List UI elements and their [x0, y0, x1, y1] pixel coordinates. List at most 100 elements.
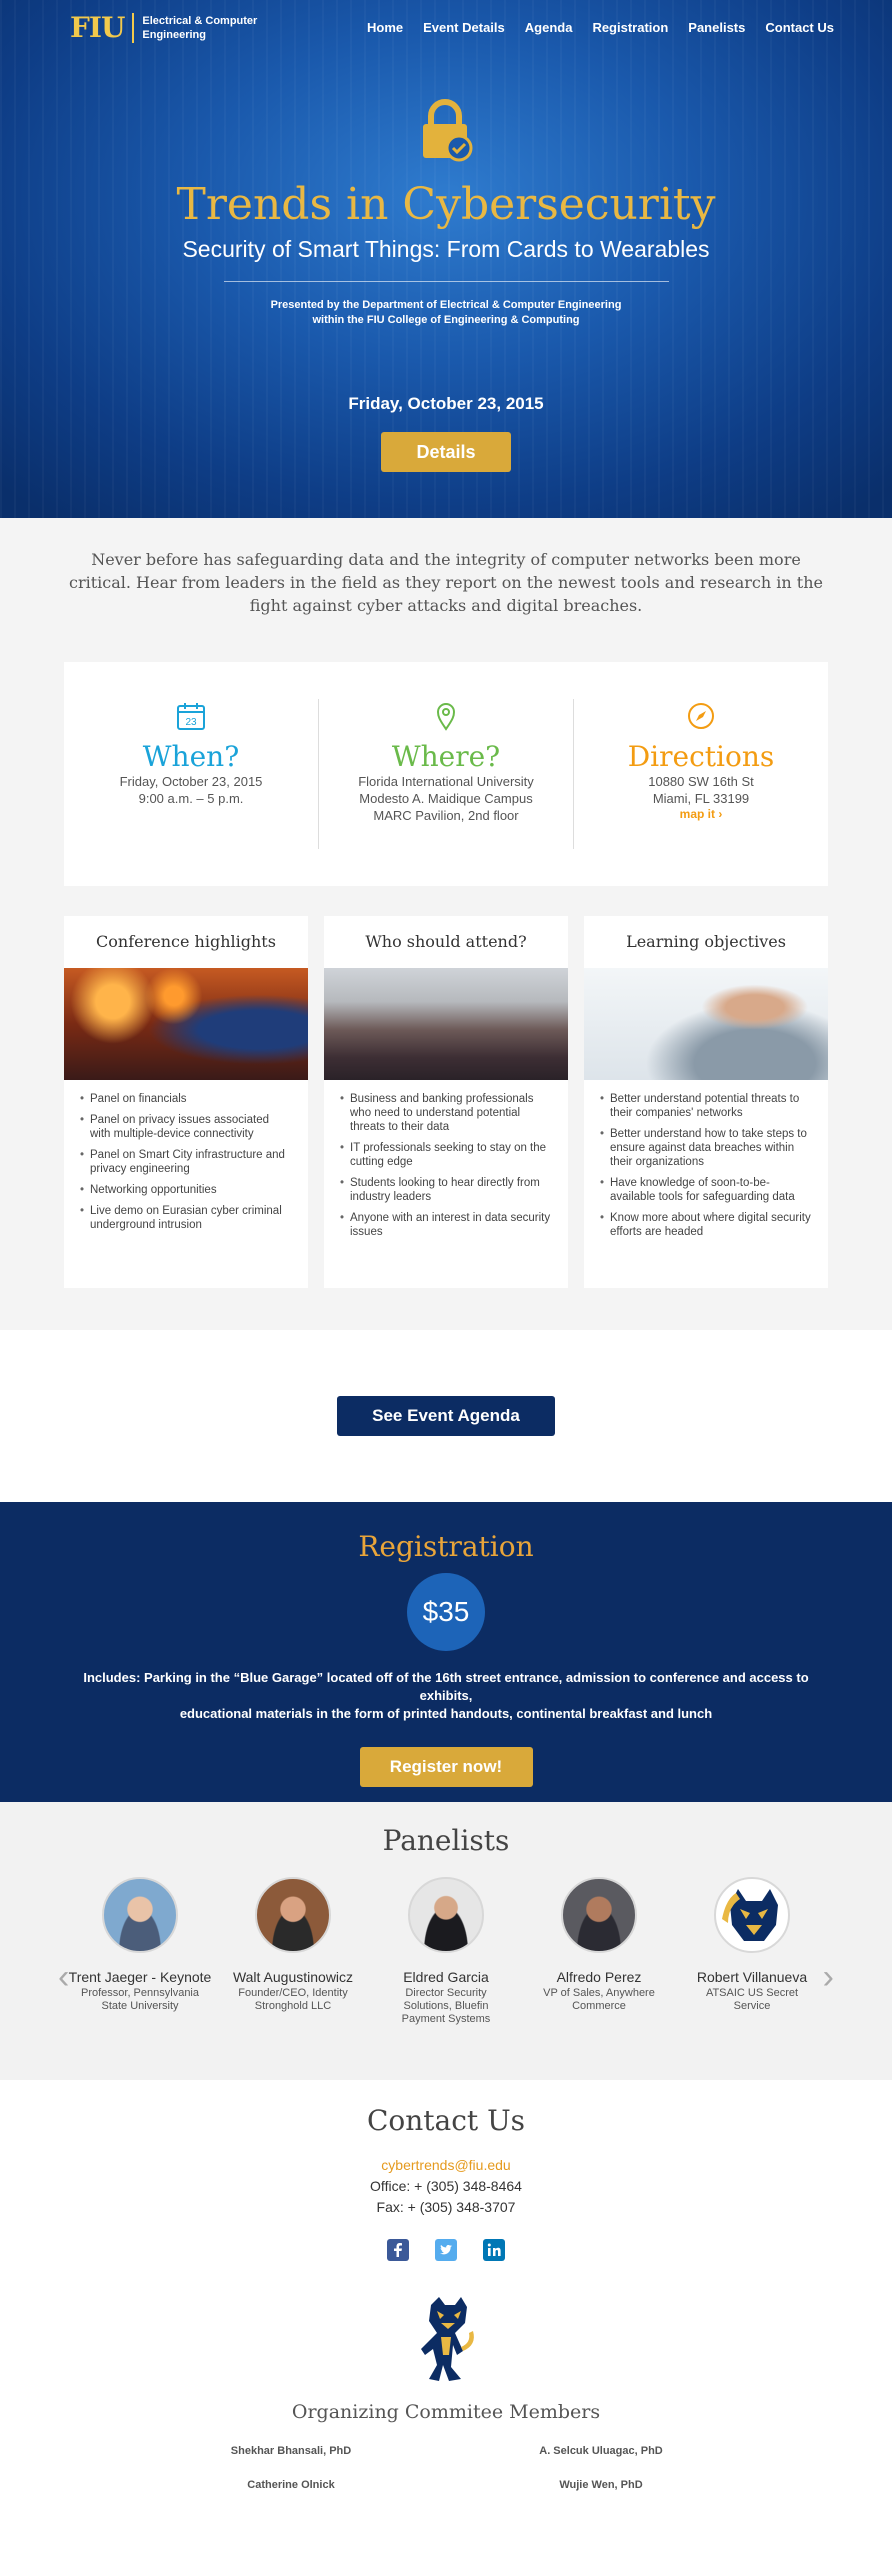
event-details-section: Never before has safeguarding data and t… [0, 518, 892, 1330]
linkedin-icon[interactable] [483, 2239, 505, 2261]
panelist-name: Alfredo Perez [556, 1969, 642, 1985]
feature-cards: Conference highlights Panel on financial… [64, 916, 828, 1288]
info-box: 23 When? Friday, October 23, 2015 9:00 a… [64, 662, 828, 886]
panelist-role: Director Security Solutions, Bluefin Pay… [370, 1987, 523, 2026]
panelists-section: Panelists ‹ › Trent Jaeger - Keynote Pro… [0, 1802, 892, 2080]
chevron-right-icon[interactable]: › [823, 1958, 834, 1997]
list-item: Anyone with an interest in data security… [340, 1211, 552, 1239]
hero-title: Trends in Cybersecurity [176, 179, 716, 230]
when-line-1: Friday, October 23, 2015 [119, 774, 263, 789]
presented-line-2: within the FIU College of Engineering & … [312, 314, 580, 326]
panelist-card[interactable]: Trent Jaeger - Keynote Professor, Pennsy… [64, 1877, 217, 2026]
nav-home[interactable]: Home [367, 20, 403, 35]
role-line: Solutions, Bluefin [403, 2000, 489, 2012]
logo-line-1: Electrical & Computer [142, 14, 258, 27]
registration-section: Registration $35 Includes: Parking in th… [0, 1502, 892, 1802]
panelist-role: VP of Sales, Anywhere Commerce [523, 1987, 676, 2013]
committee-member: A. Selcuk Uluagac, PhD [539, 2445, 663, 2457]
committee-title: Organizing Commitee Members [291, 2401, 601, 2423]
panelist-role: Professor, Pennsylvania State University [64, 1987, 217, 2013]
map-it-link[interactable]: map it › [574, 807, 828, 821]
fax-number: Fax: + (305) 348-3707 [376, 2199, 516, 2215]
nav-contact-us[interactable]: Contact Us [765, 20, 834, 35]
fiu-logo[interactable]: FIU Electrical & Computer Engineering [70, 12, 257, 43]
twitter-icon[interactable] [435, 2239, 457, 2261]
facebook-icon[interactable] [387, 2239, 409, 2261]
card-title: Learning objectives [626, 932, 786, 951]
presented-line-1: Presented by the Department of Electrica… [270, 299, 622, 311]
role-line: Founder/CEO, Identity [238, 1987, 348, 1999]
panelist-name: Robert Villanueva [696, 1969, 808, 1985]
chevron-left-icon[interactable]: ‹ [58, 1958, 69, 1997]
presented-by: Presented by the Department of Electrica… [0, 298, 892, 328]
panelist-name: Trent Jaeger - Keynote [68, 1969, 212, 1985]
card-conference-highlights: Conference highlights Panel on financial… [64, 916, 308, 1288]
committee-members: Shekhar Bhansali, PhD A. Selcuk Uluagac,… [136, 2445, 756, 2491]
social-links [0, 2239, 892, 2261]
nav-panelists[interactable]: Panelists [688, 20, 745, 35]
contact-section: Contact Us cybertrends@fiu.edu Office: +… [0, 2080, 892, 2568]
panelist-card[interactable]: Robert Villanueva ATSAIC US Secret Servi… [676, 1877, 829, 2026]
price-badge: $35 [407, 1573, 485, 1651]
crowd-photo [324, 968, 568, 1080]
avatar [561, 1877, 637, 1953]
logo-line-2: Engineering [142, 28, 206, 41]
list-item: Panel on privacy issues associated with … [80, 1113, 292, 1141]
card-title: Who should attend? [365, 932, 527, 951]
registration-description: Includes: Parking in the “Blue Garage” l… [66, 1669, 826, 1723]
registration-title: Registration [358, 1530, 534, 1563]
top-nav: FIU Electrical & Computer Engineering Ho… [0, 0, 892, 55]
panelist-carousel: Trent Jaeger - Keynote Professor, Pennsy… [0, 1877, 892, 2026]
nav-event-details[interactable]: Event Details [423, 20, 505, 35]
logo-text: Electrical & Computer Engineering [134, 14, 257, 42]
logo-mark: FIU [70, 12, 135, 43]
card-learning-objectives: Learning objectives Better understand po… [584, 916, 828, 1288]
list-item: Live demo on Eurasian cyber criminal und… [80, 1204, 292, 1232]
directions-column: Directions 10880 SW 16th St Miami, FL 33… [573, 699, 828, 849]
card-list: Better understand potential threats to t… [584, 1080, 828, 1239]
hero-subtitle: Security of Smart Things: From Cards to … [182, 236, 710, 262]
contact-email-link[interactable]: cybertrends@fiu.edu [0, 2157, 892, 2173]
panelist-card[interactable]: Eldred Garcia Director Security Solution… [370, 1877, 523, 2026]
list-item: Better understand potential threats to t… [600, 1092, 812, 1120]
panelist-name: Walt Augustinowicz [232, 1969, 354, 1985]
panelist-role: Founder/CEO, Identity Stronghold LLC [217, 1987, 370, 2013]
role-line: ATSAIC US Secret Service [705, 1987, 799, 2012]
panelist-role: ATSAIC US Secret Service [676, 1987, 829, 2013]
list-item: IT professionals seeking to stay on the … [340, 1141, 552, 1169]
avatar [102, 1877, 178, 1953]
role-line: State University [101, 2000, 179, 2012]
where-line-1: Florida International University [358, 774, 534, 789]
see-event-agenda-button[interactable]: See Event Agenda [337, 1396, 555, 1436]
registration-desc-line-1: Includes: Parking in the “Blue Garage” l… [83, 1670, 809, 1703]
hero-divider [223, 281, 669, 282]
office-phone: Office: + (305) 348-8464 [370, 2178, 522, 2194]
panelist-card[interactable]: Alfredo Perez VP of Sales, Anywhere Comm… [523, 1877, 676, 2026]
register-now-button[interactable]: Register now! [359, 1747, 533, 1787]
nav-agenda[interactable]: Agenda [525, 20, 573, 35]
panelist-card[interactable]: Walt Augustinowicz Founder/CEO, Identity… [217, 1877, 370, 2026]
when-line-2: 9:00 a.m. – 5 p.m. [138, 791, 244, 806]
hero-section: Trends in Cybersecurity Security of Smar… [0, 0, 892, 518]
details-button[interactable]: Details [381, 432, 511, 472]
map-pin-icon [431, 703, 461, 735]
list-item: Panel on Smart City infrastructure and p… [80, 1148, 292, 1176]
event-date: Friday, October 23, 2015 [348, 394, 544, 413]
panther-mascot-icon [411, 2295, 481, 2383]
role-line: Director Security [405, 1987, 487, 1999]
committee-member: Shekhar Bhansali, PhD [230, 2445, 352, 2457]
committee-member: Wujie Wen, PhD [559, 2479, 643, 2491]
list-item: Business and banking professionals who n… [340, 1092, 552, 1134]
lock-icon [419, 98, 473, 162]
list-item: Better understand how to take steps to e… [600, 1127, 812, 1169]
where-title: Where? [391, 740, 501, 773]
directions-line-1: 10880 SW 16th St [648, 774, 754, 789]
where-line-3: MARC Pavilion, 2nd floor [373, 808, 519, 823]
nav-registration[interactable]: Registration [592, 20, 668, 35]
card-list: Business and banking professionals who n… [324, 1080, 568, 1239]
list-item: Know more about where digital security e… [600, 1211, 812, 1239]
calendar-day: 23 [185, 717, 197, 728]
professional-photo [584, 968, 828, 1080]
contact-title: Contact Us [366, 2104, 526, 2137]
list-item: Panel on financials [80, 1092, 292, 1106]
